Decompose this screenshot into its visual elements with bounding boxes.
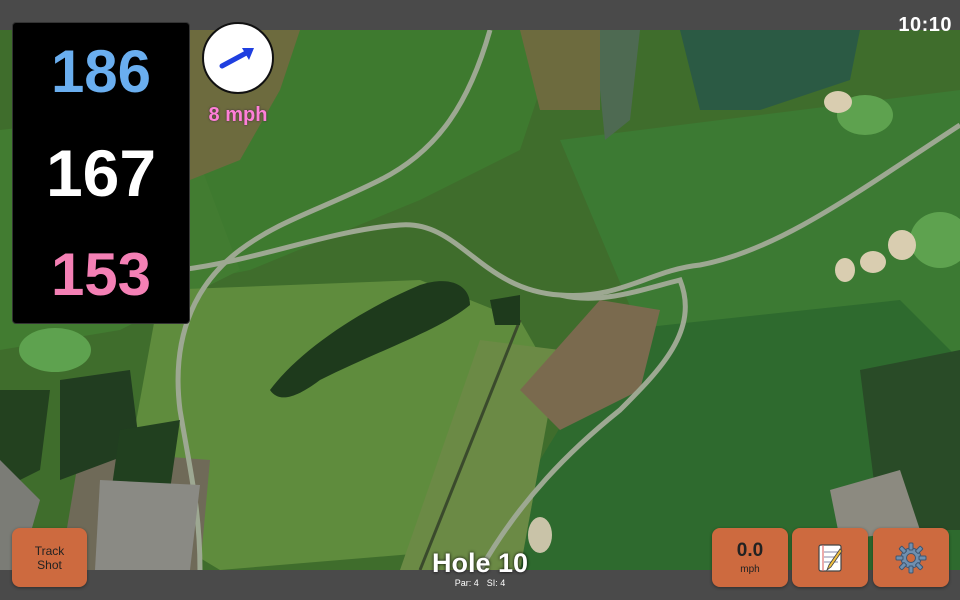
gear-icon [895, 542, 927, 573]
hole-info: Hole 10 Par: 4 SI: 4 [380, 548, 580, 588]
speed-value: 0.0 [736, 540, 764, 561]
notes-button[interactable] [792, 528, 868, 587]
hole-par: Par: 4 [454, 578, 479, 588]
wind-direction-arrow-icon [219, 48, 254, 69]
front-distance: 153 [50, 240, 152, 308]
notepad-icon [818, 543, 843, 572]
hole-si: SI: 4 [486, 578, 506, 588]
track-shot-label: Track Shot [34, 543, 65, 572]
back-distance: 186 [50, 38, 152, 106]
wind-speed: 8 mph [208, 104, 268, 126]
hole-title: Hole 10 [431, 548, 529, 578]
track-shot-button[interactable]: Track Shot [12, 528, 87, 587]
speed-unit: mph [740, 564, 760, 575]
hole-details: Par: 4 SI: 4 [380, 578, 580, 588]
clock: 10:10 [898, 14, 952, 36]
speed-button[interactable]: 0.0 mph [712, 528, 788, 587]
distance-panel: 186 167 153 [12, 22, 190, 324]
settings-button[interactable] [873, 528, 949, 587]
wind-direction-indicator [202, 22, 274, 94]
middle-distance: 167 [45, 135, 157, 210]
